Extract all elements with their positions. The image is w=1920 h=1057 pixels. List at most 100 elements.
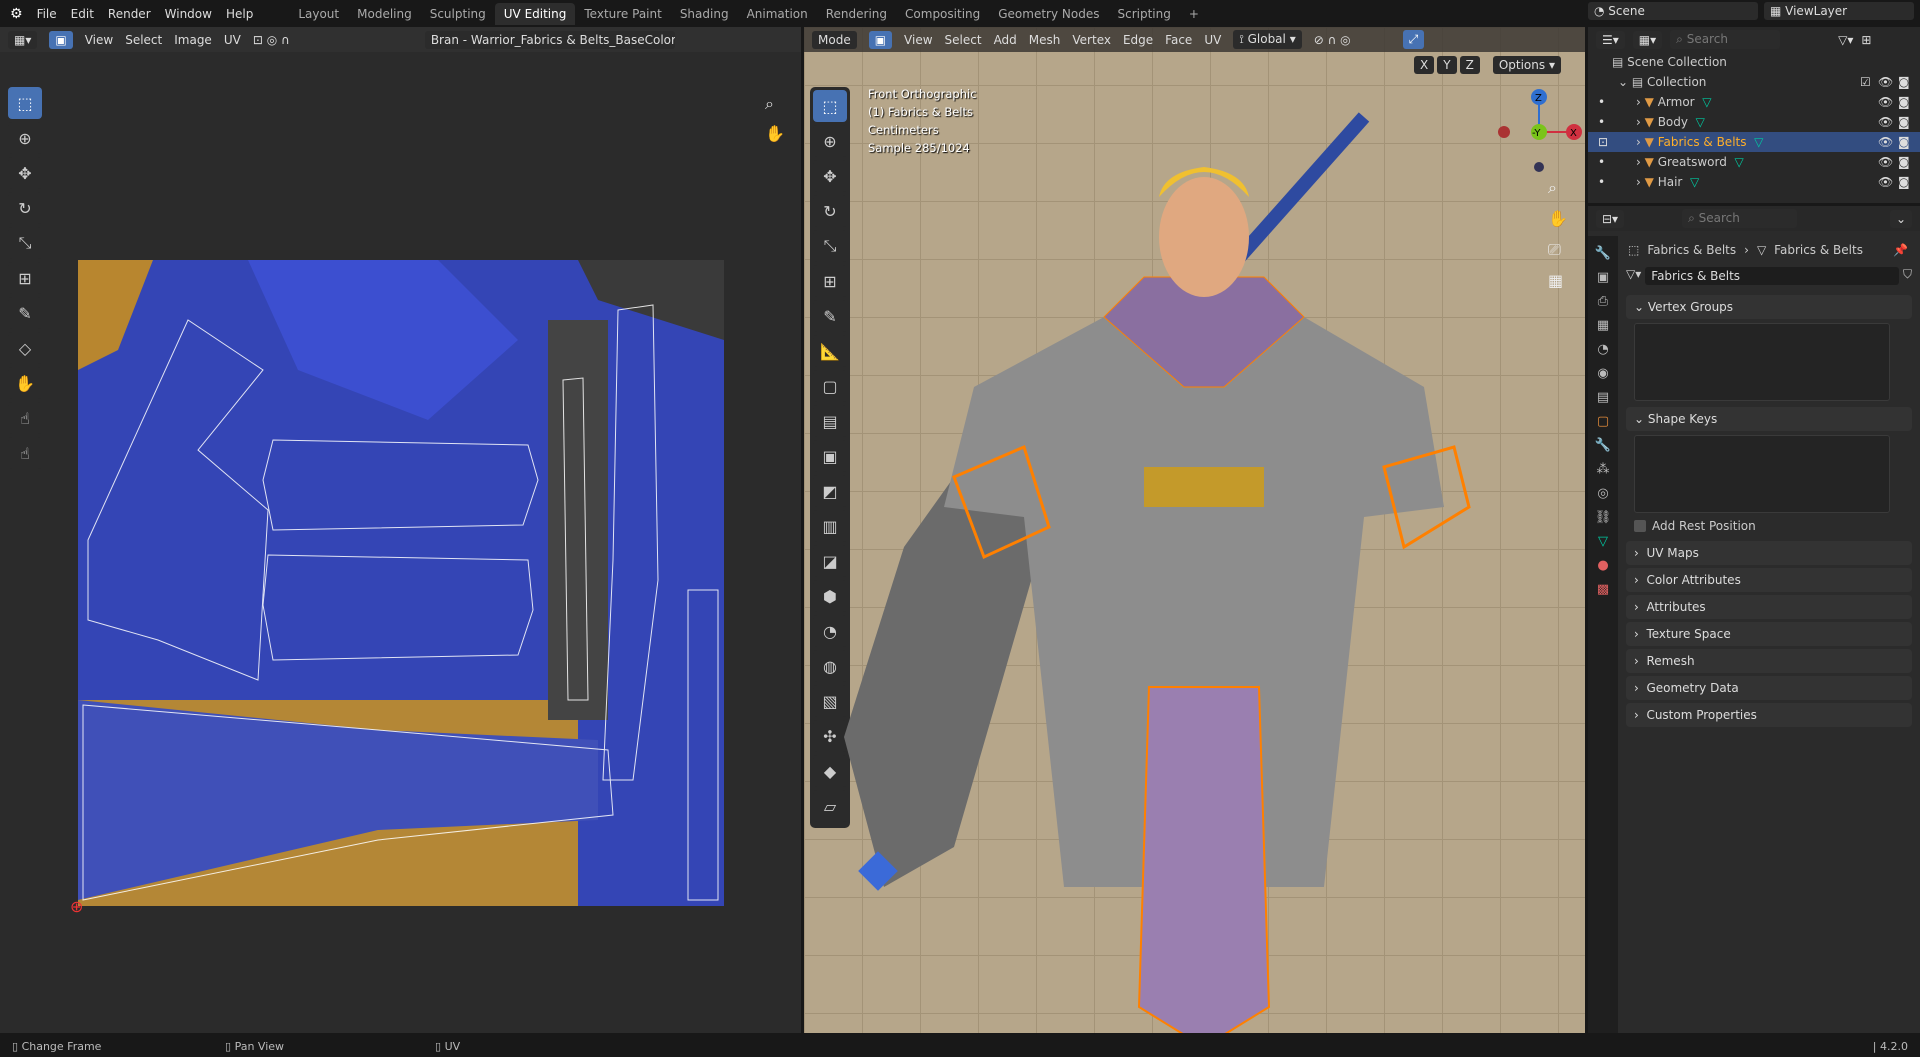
fake-user-shield-icon[interactable]: ⛉	[1903, 267, 1912, 285]
panel-collapsed[interactable]: › Geometry Data	[1626, 676, 1912, 700]
scale-tool-icon[interactable]: ⤡	[8, 227, 42, 259]
constraints-tab-icon[interactable]: ⛓	[1588, 506, 1618, 530]
vp-menu-select[interactable]: Select	[945, 33, 982, 47]
mesh-data-tab-icon[interactable]: ▽	[1588, 530, 1618, 554]
vp-menu-mesh[interactable]: Mesh	[1029, 33, 1061, 47]
view-layer-field[interactable]: ▦ ViewLayer	[1764, 2, 1914, 20]
vertex-groups-list[interactable]	[1634, 323, 1890, 401]
editor-type-icon[interactable]: ▦▾	[8, 30, 38, 49]
options-dropdown[interactable]: Options ▾	[1492, 56, 1561, 74]
move-tool-icon[interactable]: ✥	[8, 157, 42, 189]
panel-collapsed[interactable]: › UV Maps	[1626, 541, 1912, 565]
expand-chevron-icon[interactable]: ›	[1636, 115, 1641, 129]
mesh-data-icon[interactable]: ▽	[1690, 175, 1699, 189]
expand-chevron-icon[interactable]: ›	[1636, 155, 1641, 169]
object-tab-icon[interactable]: ▢	[1588, 410, 1618, 434]
menu-edit[interactable]: Edit	[71, 7, 94, 21]
character-model[interactable]	[804, 87, 1585, 1033]
render-tab-icon[interactable]: ▣	[1588, 266, 1618, 290]
tab-geometry-nodes[interactable]: Geometry Nodes	[989, 3, 1108, 25]
tab-texture-paint[interactable]: Texture Paint	[575, 3, 670, 25]
collection-row[interactable]: ⌄ ▤ Collection ☑ 👁 ◙	[1588, 72, 1920, 92]
physics-tab-icon[interactable]: ◎	[1588, 482, 1618, 506]
vp-menu-uv[interactable]: UV	[1204, 33, 1221, 47]
menu-window[interactable]: Window	[165, 7, 212, 21]
camera-icon[interactable]: ◙	[1898, 135, 1910, 149]
output-tab-icon[interactable]: ⎙	[1588, 290, 1618, 314]
view-layer-tab-icon[interactable]: ▦	[1588, 314, 1618, 338]
display-mode-icon[interactable]: ☰▾	[1596, 30, 1625, 49]
panel-collapsed[interactable]: › Attributes	[1626, 595, 1912, 619]
camera-icon[interactable]: ◙	[1898, 95, 1910, 109]
tab-compositing[interactable]: Compositing	[896, 3, 989, 25]
add-rest-position-checkbox[interactable]	[1634, 520, 1646, 532]
uv-pivot-snap-icons[interactable]: ⊡ ◎ ∩	[253, 33, 413, 47]
zoom-icon[interactable]: ⌕	[765, 89, 785, 119]
eye-icon[interactable]: 👁	[1878, 95, 1893, 109]
world-tab-icon[interactable]: ◉	[1588, 362, 1618, 386]
outliner-item[interactable]: • › ▼ Body ▽ 👁 ◙	[1588, 112, 1920, 132]
dot-icon[interactable]: •	[1588, 155, 1636, 169]
uv-menu-image[interactable]: Image	[174, 33, 212, 47]
pan-hand-icon[interactable]: ✋	[765, 119, 785, 149]
vp-menu-add[interactable]: Add	[994, 33, 1017, 47]
outliner-item[interactable]: • › ▼ Greatsword ▽ 👁 ◙	[1588, 152, 1920, 172]
eye-icon[interactable]: 👁	[1878, 135, 1893, 149]
tab-animation[interactable]: Animation	[738, 3, 817, 25]
tab-uv-editing[interactable]: UV Editing	[494, 2, 576, 25]
collection-tab-icon[interactable]: ▤	[1588, 386, 1618, 410]
expand-chevron-icon[interactable]: ›	[1636, 135, 1641, 149]
transform-tool-icon[interactable]: ⊞	[8, 262, 42, 294]
panel-collapsed[interactable]: › Texture Space	[1626, 622, 1912, 646]
checkbox-icon[interactable]: ☑	[1860, 75, 1871, 89]
mirror-y[interactable]: Y	[1437, 56, 1457, 74]
uv-menu-view[interactable]: View	[85, 33, 113, 47]
editor-type-icon[interactable]: ⊟▾	[1596, 209, 1625, 228]
tab-layout[interactable]: Layout	[289, 3, 348, 25]
cursor-tool-icon[interactable]: ⊕	[8, 122, 42, 154]
scene-field[interactable]: ◔ Scene	[1588, 2, 1758, 20]
outliner-item[interactable]: • › ▼ Armor ▽ 👁 ◙	[1588, 92, 1920, 112]
panel-vertex-groups[interactable]: ⌄ Vertex Groups	[1626, 295, 1912, 319]
outliner-item[interactable]: ⊡ › ▼ Fabrics & Belts ▽ 👁 ◙	[1588, 132, 1920, 152]
mesh-data-icon[interactable]: ▽	[1702, 95, 1711, 109]
camera-icon[interactable]: ◙	[1898, 75, 1910, 89]
eye-icon[interactable]: 👁	[1878, 115, 1893, 129]
mode-dropdown[interactable]: Mode	[812, 30, 857, 49]
mesh-data-icon[interactable]: ▽	[1696, 115, 1705, 129]
dot-icon[interactable]: •	[1588, 95, 1636, 109]
material-tab-icon[interactable]: ●	[1588, 554, 1618, 578]
tool-tab-icon[interactable]: 🔧	[1588, 242, 1618, 266]
outliner-search[interactable]: ⌕ Search	[1670, 30, 1781, 49]
orientation-dropdown[interactable]: ⟟ Global ▾	[1233, 30, 1302, 49]
mirror-z[interactable]: Z	[1459, 56, 1480, 74]
texture-tab-icon[interactable]: ▩	[1588, 578, 1618, 602]
outliner-item[interactable]: • › ▼ Hair ▽ 👁 ◙	[1588, 172, 1920, 192]
vp-menu-view[interactable]: View	[904, 33, 932, 47]
vp-menu-face[interactable]: Face	[1165, 33, 1192, 47]
eye-icon[interactable]: 👁	[1878, 175, 1893, 189]
eye-icon[interactable]: 👁	[1878, 155, 1893, 169]
mesh-data-icon[interactable]: ▽	[1735, 155, 1744, 169]
tab-sculpting[interactable]: Sculpting	[421, 3, 495, 25]
vertex-select-mode-icon[interactable]: ▣	[49, 30, 73, 49]
properties-search[interactable]: ⌕ Search	[1682, 209, 1798, 228]
expand-chevron-icon[interactable]: ›	[1636, 175, 1641, 189]
tab-modeling[interactable]: Modeling	[348, 3, 421, 25]
panel-shape-keys[interactable]: ⌄ Shape Keys	[1626, 407, 1912, 431]
modifier-tab-icon[interactable]: 🔧	[1588, 434, 1618, 458]
filter-icon[interactable]: ▽▾	[1838, 33, 1853, 47]
panel-collapsed[interactable]: › Remesh	[1626, 649, 1912, 673]
mesh-name-field[interactable]: Fabrics & Belts	[1645, 267, 1899, 285]
grab-tool-icon[interactable]: ✋	[8, 367, 42, 399]
mirror-x[interactable]: X	[1414, 56, 1435, 74]
menu-render[interactable]: Render	[108, 7, 151, 21]
camera-icon[interactable]: ◙	[1898, 155, 1910, 169]
mesh-browse-icon[interactable]: ▽▾	[1626, 267, 1641, 285]
menu-help[interactable]: Help	[226, 7, 253, 21]
edit-mode-icon[interactable]: ⊡	[1588, 135, 1636, 149]
mesh-data-icon[interactable]: ▽	[1754, 135, 1763, 149]
uv-menu-uv[interactable]: UV	[224, 33, 241, 47]
vp-menu-vertex[interactable]: Vertex	[1072, 33, 1111, 47]
vp-menu-edge[interactable]: Edge	[1123, 33, 1153, 47]
